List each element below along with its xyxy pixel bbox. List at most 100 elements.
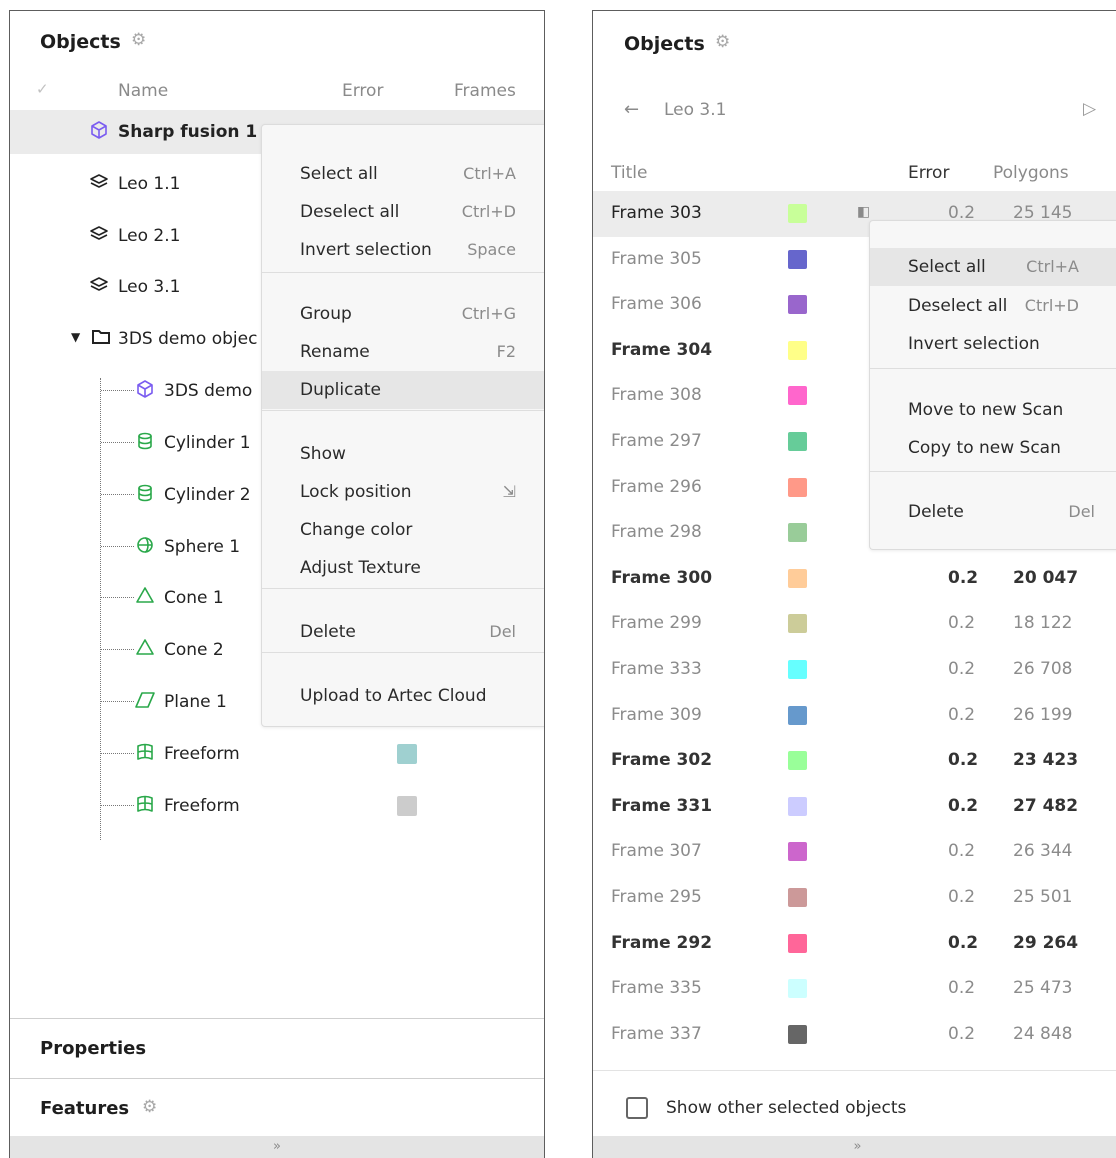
divider <box>593 1070 1116 1071</box>
frame-title: Frame 303 <box>611 203 702 223</box>
color-swatch[interactable] <box>788 842 807 862</box>
breadcrumb[interactable]: Leo 3.1 <box>664 100 726 120</box>
menu-item[interactable]: Invert selection Space <box>262 231 544 269</box>
table-row[interactable]: Frame 337 0.2 24 848 <box>593 1012 1116 1058</box>
check-column-header[interactable]: ✓ <box>36 80 49 98</box>
menu-item[interactable]: Move to new Scan <box>870 391 1116 429</box>
show-other-label[interactable]: Show other selected objects <box>666 1098 906 1118</box>
play-icon[interactable]: ▷ <box>1083 99 1096 119</box>
color-swatch[interactable] <box>788 751 807 771</box>
menu-item-label: Copy to new Scan <box>908 438 1061 458</box>
tree-guide-line <box>101 546 134 547</box>
table-row[interactable]: Frame 335 0.2 25 473 <box>593 966 1116 1012</box>
menu-item[interactable]: Select all Ctrl+A <box>870 248 1116 286</box>
back-arrow-icon[interactable]: ← <box>624 99 639 120</box>
menu-item[interactable]: Copy to new Scan <box>870 429 1116 467</box>
menu-item[interactable]: Deselect all Ctrl+D <box>262 193 544 231</box>
table-row[interactable]: Frame 302 0.2 23 423 <box>593 738 1116 784</box>
menu-separator <box>262 272 544 273</box>
color-swatch[interactable] <box>788 386 807 406</box>
color-swatch[interactable] <box>397 796 417 816</box>
color-swatch[interactable] <box>788 295 807 315</box>
color-swatch[interactable] <box>788 933 807 953</box>
color-swatch[interactable] <box>788 796 807 816</box>
menu-item[interactable]: Adjust Texture <box>262 549 544 587</box>
error-column-header[interactable]: Error <box>908 163 949 183</box>
color-swatch[interactable] <box>788 523 807 543</box>
menu-item[interactable]: Delete Del <box>262 613 544 651</box>
menu-item-label: Change color <box>300 520 413 540</box>
tree-item-label: Leo 3.1 <box>118 277 181 297</box>
frame-title: Frame 302 <box>611 750 713 771</box>
color-swatch[interactable] <box>788 568 807 588</box>
divider <box>10 1078 544 1079</box>
table-row[interactable]: Frame 295 0.2 25 501 <box>593 875 1116 921</box>
properties-section[interactable]: Properties <box>40 1038 146 1059</box>
table-row[interactable]: Frame 331 0.2 27 482 <box>593 784 1116 830</box>
polygons-column-header[interactable]: Polygons <box>993 163 1069 183</box>
menu-item[interactable]: Select all Ctrl+A <box>262 155 544 193</box>
color-swatch[interactable] <box>788 705 807 725</box>
table-row[interactable]: Frame 299 0.2 18 122 <box>593 601 1116 647</box>
error-column-header[interactable]: Error <box>342 81 383 101</box>
title-column-header[interactable]: Title <box>611 163 647 183</box>
frame-title: Frame 295 <box>611 887 702 907</box>
folder-icon <box>90 326 112 348</box>
frame-polygons: 18 122 <box>1013 613 1073 634</box>
table-row[interactable]: Frame 292 0.2 29 264 <box>593 921 1116 967</box>
menu-item[interactable]: Duplicate <box>262 371 544 409</box>
menu-item[interactable]: Rename F2 <box>262 333 544 371</box>
color-swatch[interactable] <box>788 888 807 907</box>
table-row[interactable]: Frame 333 0.2 26 708 <box>593 647 1116 693</box>
frames-column-header[interactable]: Frames <box>454 81 516 101</box>
menu-item[interactable]: Lock position ⇲ <box>262 473 544 511</box>
tree-item-label: Leo 1.1 <box>118 174 181 194</box>
tree-item-label: Cylinder 1 <box>164 433 251 453</box>
features-section[interactable]: Features <box>40 1098 129 1119</box>
color-swatch[interactable] <box>788 204 807 223</box>
frame-title: Frame 296 <box>611 476 702 497</box>
frame-title: Frame 335 <box>611 978 702 999</box>
color-swatch[interactable] <box>788 979 807 999</box>
color-swatch[interactable] <box>788 614 807 634</box>
menu-item[interactable]: Upload to Artec Cloud <box>262 677 544 715</box>
expand-strip[interactable]: » <box>593 1136 1116 1158</box>
name-column-header[interactable]: Name <box>118 81 168 101</box>
menu-item-label: Deselect all <box>300 202 400 222</box>
texture-icon[interactable]: ◧ <box>857 204 870 220</box>
frame-title: Frame 300 <box>611 567 713 588</box>
tree-guide-line <box>101 701 134 702</box>
gear-icon[interactable]: ⚙ <box>142 1097 157 1117</box>
color-swatch[interactable] <box>788 477 807 497</box>
menu-item[interactable]: Group Ctrl+G <box>262 295 544 333</box>
menu-item-label: Show <box>300 444 346 464</box>
menu-item[interactable]: Invert selection <box>870 325 1116 363</box>
menu-item[interactable]: Change color <box>262 511 544 549</box>
expand-strip[interactable]: » <box>10 1136 544 1158</box>
menu-item[interactable]: Delete Del <box>870 493 1116 531</box>
color-swatch[interactable] <box>788 1024 807 1044</box>
table-row[interactable]: Frame 309 0.2 26 199 <box>593 693 1116 739</box>
frame-polygons: 26 199 <box>1013 704 1073 725</box>
show-other-checkbox[interactable] <box>626 1097 648 1119</box>
cube-icon <box>88 119 110 141</box>
tree-item[interactable]: Freeform <box>10 732 544 776</box>
menu-item-label: Upload to Artec Cloud <box>300 686 487 706</box>
color-swatch[interactable] <box>788 249 807 269</box>
menu-item[interactable]: Deselect all Ctrl+D <box>870 287 1116 325</box>
expand-triangle-icon[interactable]: ▼ <box>71 330 80 344</box>
color-swatch[interactable] <box>788 340 807 360</box>
frame-error: 0.2 <box>948 978 976 999</box>
tree-item[interactable]: Freeform <box>10 784 544 828</box>
tree-item-label: 3DS demo objec <box>118 329 258 349</box>
color-swatch[interactable] <box>788 432 807 451</box>
table-row[interactable]: Frame 307 0.2 26 344 <box>593 829 1116 875</box>
color-swatch[interactable] <box>397 744 417 764</box>
frame-title: Frame 297 <box>611 431 702 451</box>
expand-icon: » <box>273 1139 281 1154</box>
menu-item[interactable]: Show <box>262 435 544 473</box>
table-row[interactable]: Frame 300 0.2 20 047 <box>593 556 1116 602</box>
color-swatch[interactable] <box>788 660 807 679</box>
gear-icon[interactable]: ⚙ <box>131 30 146 50</box>
gear-icon[interactable]: ⚙ <box>715 32 730 52</box>
